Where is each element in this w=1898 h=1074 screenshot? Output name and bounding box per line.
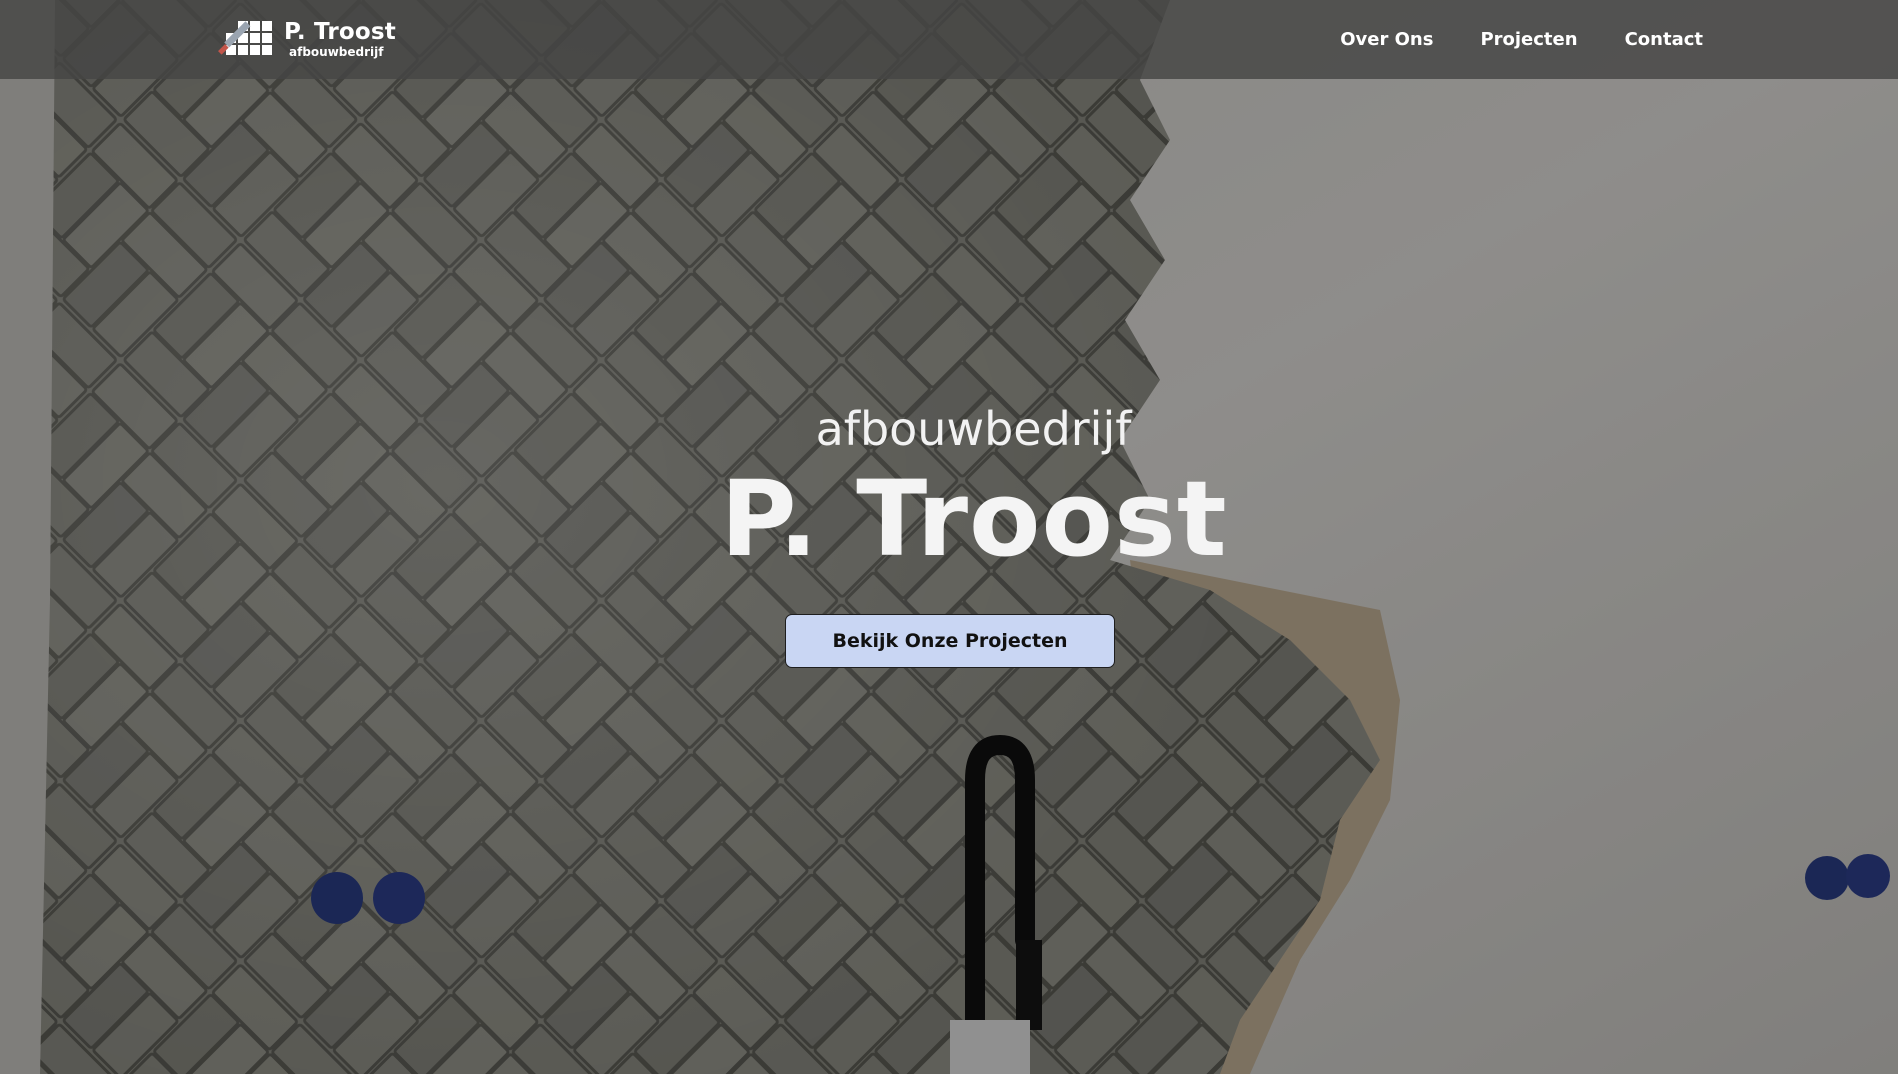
top-navbar: P. Troost afbouwbedrijf Over Ons Project… — [0, 0, 1898, 79]
nav-link-projecten[interactable]: Projecten — [1480, 29, 1577, 50]
main-nav: Over Ons Projecten Contact — [1340, 0, 1703, 79]
hero-subtitle: afbouwbedrijf — [815, 402, 1132, 456]
view-projects-button[interactable]: Bekijk Onze Projecten — [785, 614, 1115, 668]
brand-name: P. Troost — [284, 18, 396, 45]
tile-trowel-icon — [218, 21, 272, 55]
hero-title: P. Troost — [720, 458, 1228, 580]
brand-tagline: afbouwbedrijf — [289, 44, 384, 59]
brand-logo-link[interactable]: P. Troost afbouwbedrijf — [218, 17, 396, 61]
nav-link-over-ons[interactable]: Over Ons — [1340, 29, 1433, 50]
page: P. Troost afbouwbedrijf Over Ons Project… — [0, 0, 1898, 1074]
nav-link-contact[interactable]: Contact — [1625, 29, 1703, 50]
